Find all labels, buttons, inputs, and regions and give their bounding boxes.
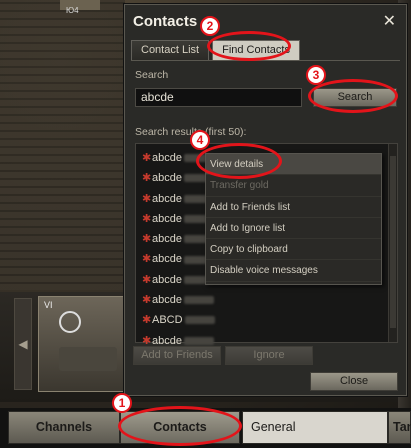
status-dot-icon: ✱ [142, 314, 152, 327]
tab-bar: Contact List Find Contacts [131, 40, 303, 61]
list-item[interactable]: ✱ abcde [136, 290, 397, 310]
status-dot-icon: ✱ [142, 253, 152, 266]
status-dot-icon: ✱ [142, 233, 152, 246]
annotation-number: 4 [190, 130, 210, 150]
menu-item-copy-clipboard[interactable]: Copy to clipboard [206, 239, 381, 261]
status-dot-icon: ✱ [142, 273, 152, 286]
close-button[interactable]: Close [310, 372, 398, 391]
search-label: Search [135, 69, 169, 81]
status-dot-icon: ✱ [142, 152, 152, 164]
status-dot-icon: ✱ [142, 212, 152, 225]
tank-top-tag: Ю4 [60, 0, 100, 15]
status-dot-icon: ✱ [142, 294, 152, 307]
menu-item-disable-voice[interactable]: Disable voice messages [206, 260, 381, 282]
add-to-friends-button[interactable]: Add to Friends [133, 346, 221, 365]
carousel-left-arrow[interactable]: ◀ [14, 298, 32, 390]
nation-emblem-icon [59, 311, 81, 333]
status-dot-icon: ✱ [142, 172, 152, 185]
tank-channel-button[interactable]: Tan [388, 411, 411, 444]
window-title: Contacts [133, 13, 198, 30]
tab-contact-list[interactable]: Contact List [131, 40, 210, 60]
annotation-number: 1 [112, 393, 132, 413]
contacts-window: Contacts ✕ Contact List Find Contacts Se… [124, 4, 407, 396]
ignore-button[interactable]: Ignore [225, 346, 313, 365]
tank-tier: VI [44, 300, 53, 310]
list-item[interactable]: ✱ ABCD [136, 310, 397, 330]
menu-item-view-details[interactable]: View details [206, 154, 381, 176]
annotation-number: 3 [306, 65, 326, 85]
menu-item-add-ignore[interactable]: Add to Ignore list [206, 218, 381, 240]
close-icon[interactable]: ✕ [383, 11, 396, 31]
menu-item-add-friends[interactable]: Add to Friends list [206, 197, 381, 218]
tank-card[interactable]: VI [38, 296, 130, 392]
annotation-number: 2 [200, 16, 220, 36]
menu-item-transfer-gold[interactable]: Transfer gold [206, 175, 381, 197]
hangar-wall [0, 0, 125, 290]
scrollbar-thumb[interactable] [390, 156, 396, 328]
results-scrollbar[interactable] [388, 144, 397, 342]
tab-find-contacts[interactable]: Find Contacts [212, 40, 300, 60]
tank-top-label: Ю4 [66, 6, 79, 15]
general-channel-button[interactable]: General [242, 411, 388, 444]
search-input[interactable]: abcde [135, 88, 302, 107]
search-button[interactable]: Search [313, 88, 397, 107]
tab-divider [131, 60, 400, 61]
channels-button[interactable]: Channels [8, 411, 120, 444]
contacts-button[interactable]: Contacts [120, 411, 240, 444]
context-menu: View details Transfer gold Add to Friend… [205, 153, 382, 285]
status-dot-icon: ✱ [142, 192, 152, 205]
tank-image [59, 347, 117, 371]
